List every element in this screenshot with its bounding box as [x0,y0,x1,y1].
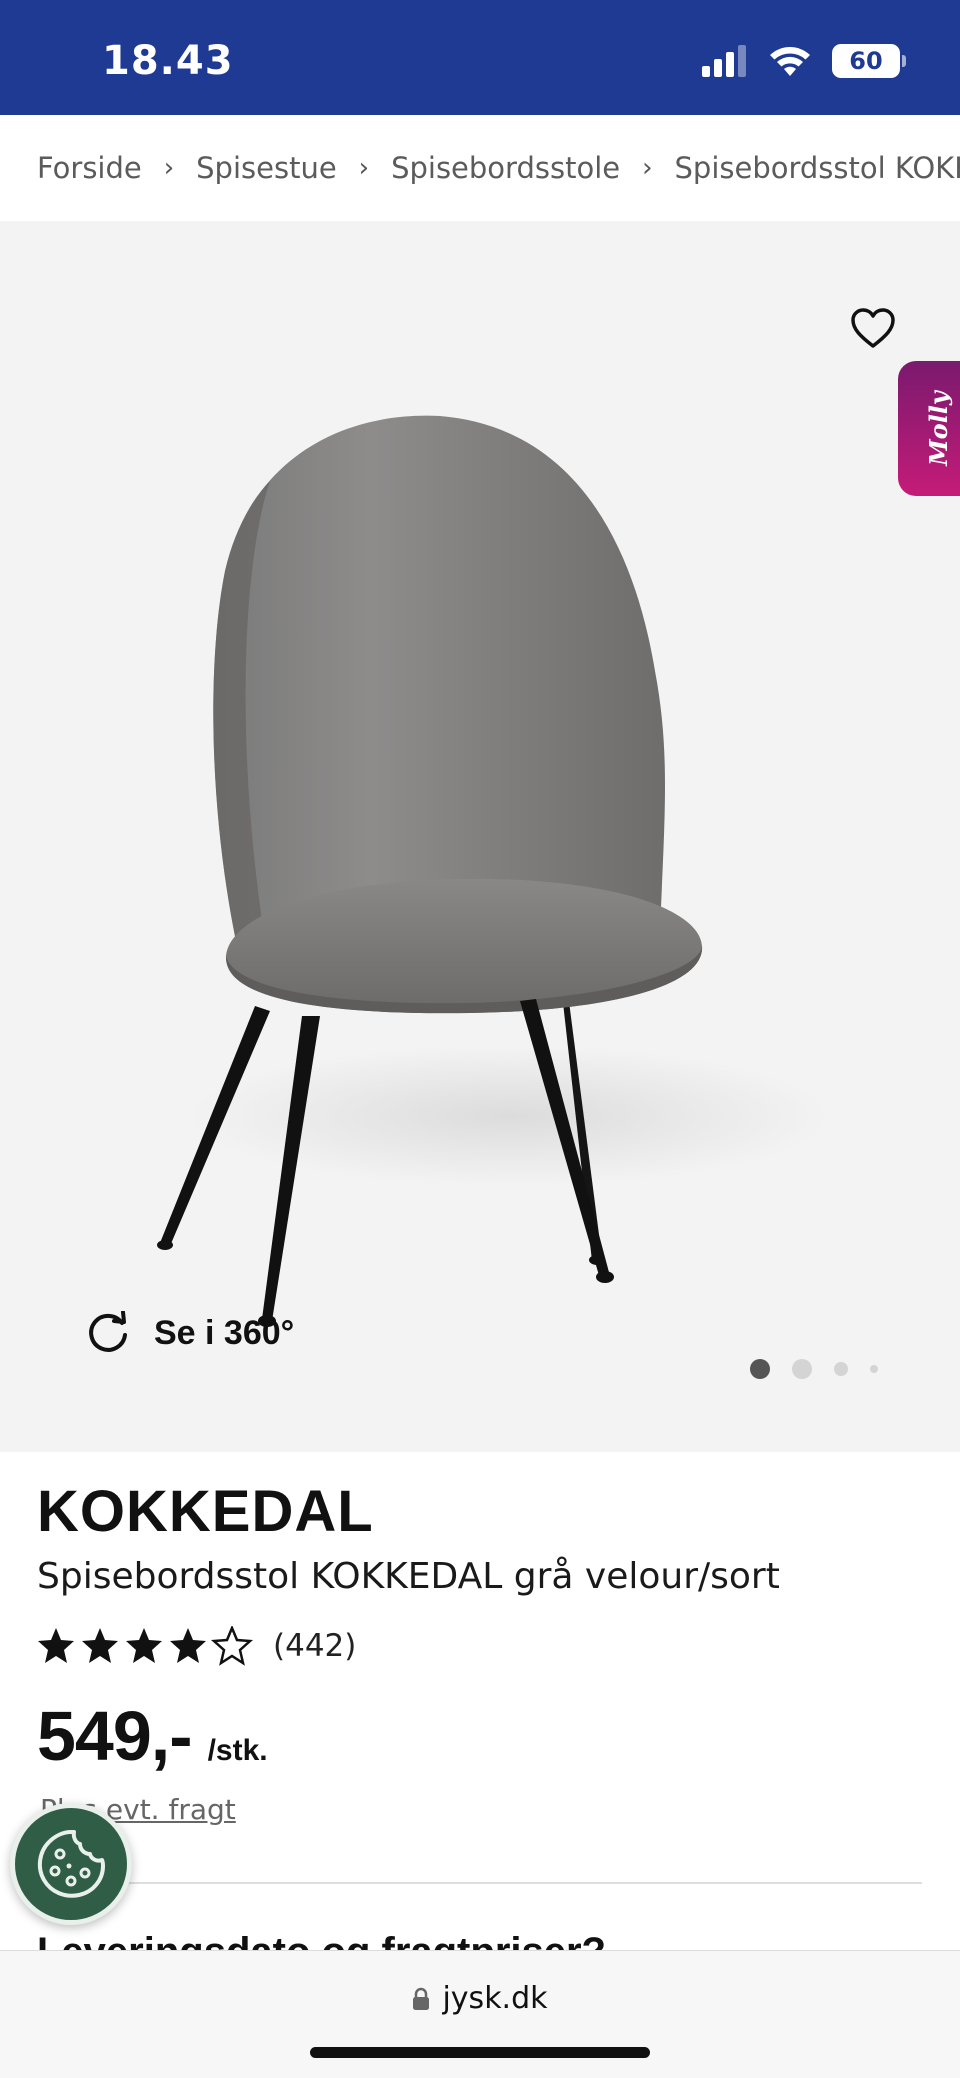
product-info: KOKKEDAL Spisebordsstol KOKKEDAL grå vel… [0,1452,960,1974]
heart-outline-icon [851,308,895,348]
breadcrumb: Forside › Spisestue › Spisebordsstole › … [0,115,960,221]
cookie-icon [37,1830,105,1898]
breadcrumb-item-spisebordsstole[interactable]: Spisebordsstole [391,151,620,185]
home-indicator [310,2047,650,2058]
molly-label: Molly [923,391,953,466]
breadcrumb-item-current[interactable]: Spisebordsstol KOKKEDAL [675,151,960,185]
wifi-icon [770,47,810,76]
status-time: 18.43 [102,38,234,84]
url-bar[interactable]: jysk.dk [0,1981,960,2016]
browser-bar: jysk.dk [0,1950,960,2078]
product-rating[interactable]: (442) [37,1626,356,1666]
pagination-dot[interactable] [834,1362,848,1376]
breadcrumb-separator: › [358,153,370,183]
product-description: Spisebordsstol KOKKEDAL grå velour/sort [37,1556,780,1597]
url-text: jysk.dk [442,1981,548,2016]
pagination-dot[interactable] [870,1365,878,1373]
molly-assistant-tab[interactable]: Molly [898,361,960,496]
divider [40,1882,922,1884]
price-unit: /stk. [207,1734,268,1767]
lock-icon [413,1987,430,2010]
product-price: 549,- [37,1697,193,1775]
view-360-label: Se i 360° [154,1313,295,1352]
gallery-pagination [750,1359,878,1379]
breadcrumb-separator: › [642,153,653,183]
product-gallery[interactable]: Molly Se i 360° [0,221,960,1452]
breadcrumb-item-forside[interactable]: Forside [37,151,142,185]
product-title: KOKKEDAL [37,1479,374,1544]
pagination-dot[interactable] [750,1359,770,1379]
review-count: (442) [273,1628,357,1664]
battery-indicator: 60 [832,44,906,78]
star-rating-icon [38,1626,252,1665]
favorite-button[interactable] [846,301,900,355]
view-360-button[interactable]: Se i 360° [86,1311,294,1355]
breadcrumb-item-spisestue[interactable]: Spisestue [196,151,337,185]
rotate-icon [89,1311,127,1352]
cookie-settings-button[interactable] [10,1803,132,1925]
chair-product-image [157,415,830,1327]
breadcrumb-separator: › [163,153,175,183]
status-bar: 18.43 60 [0,0,960,115]
status-icons: 60 [702,44,906,78]
cellular-signal-icon [702,45,746,77]
price-row: 549,- /stk. [37,1696,268,1776]
pagination-dot[interactable] [792,1359,812,1379]
